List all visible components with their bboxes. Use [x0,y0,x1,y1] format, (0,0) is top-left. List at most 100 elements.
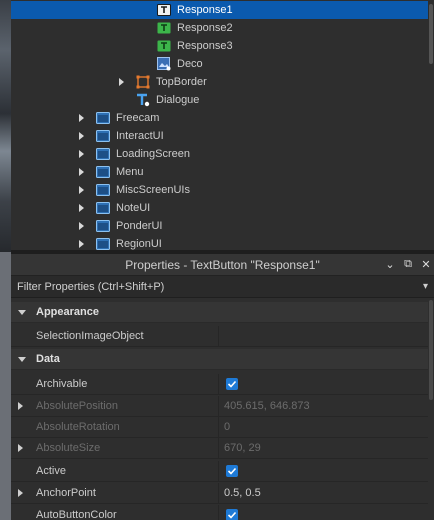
scrollbar-thumb[interactable] [429,300,433,400]
screengui-icon [96,165,110,179]
property-name: AbsolutePosition [36,400,118,412]
textbutton-green-icon [157,39,171,53]
column-divider [218,505,219,520]
tree-item-menu[interactable]: Menu [11,163,428,181]
screengui-icon [96,147,110,161]
tree-item-label: Freecam [116,112,160,124]
filter-placeholder: Filter Properties (Ctrl+Shift+P) [17,280,165,293]
property-row-absolutesize[interactable]: AbsoluteSize 670, 29 [11,438,434,459]
screengui-icon [96,111,110,125]
collapse-arrow-icon[interactable] [18,357,26,362]
property-row-archivable[interactable]: Archivable [11,374,434,395]
column-divider [218,461,219,482]
textbutton-green-icon [157,21,171,35]
expand-arrow-icon[interactable] [79,114,84,122]
scrollbar-thumb[interactable] [429,4,433,64]
active-checkbox[interactable] [226,465,238,477]
properties-title-bar: Properties - TextButton "Response1" ⌄ ⧉ … [11,254,434,276]
property-value: 670, 29 [224,442,261,454]
tree-item-noteui[interactable]: NoteUI [11,199,428,217]
expand-arrow-icon[interactable] [79,222,84,230]
property-row-active[interactable]: Active [11,461,434,482]
column-divider [218,483,219,504]
property-value: 405.615, 646.873 [224,400,310,412]
tree-item-regionui[interactable]: RegionUI [11,235,428,250]
property-row-absoluteposition[interactable]: AbsolutePosition 405.615, 646.873 [11,396,434,417]
property-name: Archivable [36,378,88,390]
tree-item-topborder[interactable]: TopBorder [11,73,428,91]
column-divider [218,417,219,438]
column-divider [218,438,219,459]
tree-item-dialogue[interactable]: Dialogue [11,91,428,109]
tree-item-label: PonderUI [116,220,163,232]
expand-arrow-icon[interactable] [79,132,84,140]
explorer-scrollbar[interactable] [428,0,434,250]
category-data[interactable]: Data [11,349,434,370]
expand-arrow-icon[interactable] [79,168,84,176]
tree-item-deco[interactable]: Deco [11,55,428,73]
close-icon[interactable]: ✕ [420,258,432,271]
frame-icon [136,75,150,89]
tree-item-label: MiscScreenUIs [116,184,190,196]
tree-item-label: Response3 [177,40,233,52]
screengui-icon [96,129,110,143]
expand-arrow-icon[interactable] [18,489,23,497]
tree-item-label: InteractUI [116,130,164,142]
expand-arrow-icon[interactable] [79,204,84,212]
expand-arrow-icon[interactable] [18,444,23,452]
textbutton-icon [157,3,171,17]
autobuttoncolor-checkbox[interactable] [226,509,238,520]
tree-item-label: TopBorder [156,76,207,88]
property-name: AutoButtonColor [36,509,117,520]
tree-item-label: Deco [177,58,203,70]
checkmark-icon [227,511,237,519]
category-label: Appearance [36,306,99,318]
expand-arrow-icon[interactable] [79,186,84,194]
filter-properties-input[interactable]: Filter Properties (Ctrl+Shift+P) ▾ [11,276,434,298]
tree-item-freecam[interactable]: Freecam [11,109,428,127]
tree-item-response3[interactable]: Response3 [11,37,428,55]
expand-arrow-icon[interactable] [18,402,23,410]
textlabel-icon [136,93,150,107]
expand-arrow-icon[interactable] [79,150,84,158]
property-value[interactable]: 0.5, 0.5 [224,487,261,499]
collapse-arrow-icon[interactable] [18,310,26,315]
tree-item-label: LoadingScreen [116,148,191,160]
property-name: AnchorPoint [36,487,96,499]
tree-item-response1[interactable]: Response1 [11,1,428,19]
property-row-absoluterotation[interactable]: AbsoluteRotation 0 [11,417,434,438]
screengui-icon [96,237,110,250]
screengui-icon [96,219,110,233]
expand-arrow-icon[interactable] [79,240,84,248]
property-row-anchorpoint[interactable]: AnchorPoint 0.5, 0.5 [11,483,434,504]
property-name: AbsoluteSize [36,442,101,454]
category-label: Data [36,353,60,365]
imagelabel-icon [157,57,171,71]
tree-item-label: Response2 [177,22,233,34]
tree-item-interactui[interactable]: InteractUI [11,127,428,145]
properties-panel: Properties - TextButton "Response1" ⌄ ⧉ … [11,254,434,520]
properties-scrollbar[interactable] [428,298,434,520]
chevron-down-icon[interactable]: ▾ [423,281,428,292]
column-divider [218,396,219,417]
explorer-panel: Response1 Response2 Response3 Deco TopBo… [11,0,434,250]
viewport-edge [0,0,11,252]
column-divider [218,326,219,347]
undock-icon[interactable]: ⧉ [402,258,414,271]
tree-item-ponderui[interactable]: PonderUI [11,217,428,235]
checkmark-icon [227,467,237,475]
column-divider [218,374,219,395]
property-row-selectionimageobject[interactable]: SelectionImageObject [11,326,434,347]
tree-item-response2[interactable]: Response2 [11,19,428,37]
property-row-autobuttoncolor[interactable]: AutoButtonColor [11,505,434,520]
tree-item-label: Dialogue [156,94,200,106]
category-appearance[interactable]: Appearance [11,302,434,323]
tree-item-label: Response1 [177,4,233,16]
tree-item-label: Menu [116,166,144,178]
chevron-down-icon[interactable]: ⌄ [384,258,396,271]
archivable-checkbox[interactable] [226,378,238,390]
expand-arrow-icon[interactable] [119,78,124,86]
property-name: AbsoluteRotation [36,421,120,433]
tree-item-miscscreenuis[interactable]: MiscScreenUIs [11,181,428,199]
tree-item-loadingscreen[interactable]: LoadingScreen [11,145,428,163]
